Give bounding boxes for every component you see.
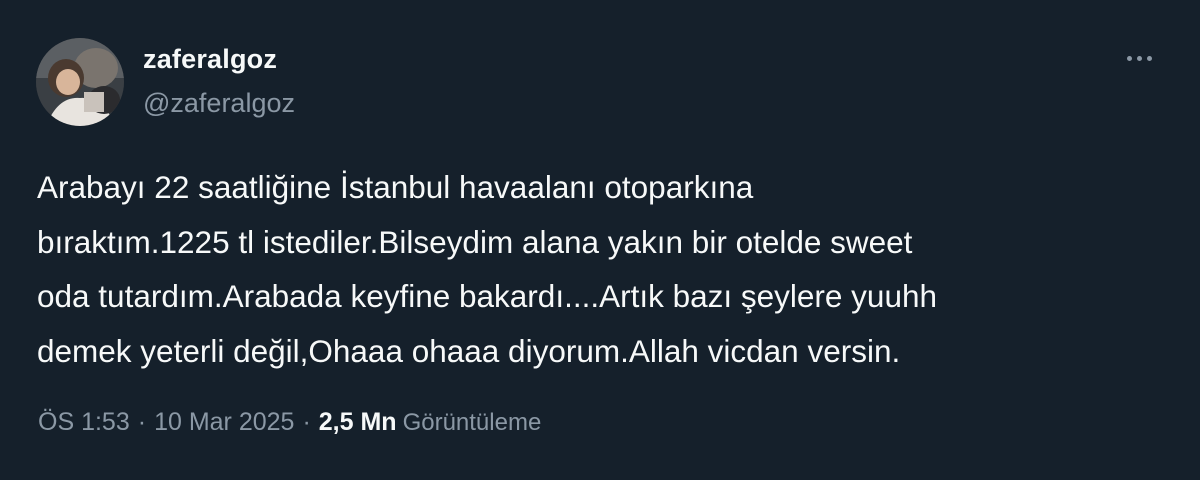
tweet-text-line: Arabayı 22 saatliğine İstanbul havaalanı… (37, 169, 754, 205)
views-count[interactable]: 2,5 Mn (319, 408, 403, 436)
tweet-meta: ÖS 1:53 · 10 Mar 2025 · 2,5 Mn Görüntüleme (38, 404, 541, 441)
tweet-text-line: demek yeterli değil,Ohaaa ohaaa diyorum.… (37, 332, 901, 369)
author-display-name[interactable]: zaferalgoz (143, 42, 277, 76)
author-handle[interactable]: @zaferalgoz (143, 86, 295, 120)
more-horizontal-icon (1136, 55, 1142, 61)
tweet-card: zaferalgoz @zaferalgoz Arabayı 22 saatli… (0, 0, 1200, 480)
meta-separator: · (137, 408, 147, 436)
more-horizontal-icon (1126, 55, 1132, 61)
tweet-date[interactable]: 10 Mar 2025 (154, 408, 294, 436)
more-options-button[interactable] (1118, 46, 1160, 70)
avatar-photo-icon (36, 38, 124, 126)
tweet-text-line: bıraktım.1225 tl istediler.Bilseydim ala… (37, 223, 913, 260)
tweet-time[interactable]: ÖS 1:53 (38, 408, 130, 436)
avatar[interactable] (36, 38, 124, 126)
tweet-text-line: oda tutardım.Arabada keyfine bakardı....… (37, 278, 937, 314)
views-label: Görüntüleme (402, 409, 542, 436)
more-horizontal-icon (1146, 55, 1152, 61)
meta-separator: · (302, 408, 311, 436)
tweet-text: Arabayı 22 saatliğine İstanbul havaalanı… (37, 160, 1167, 378)
